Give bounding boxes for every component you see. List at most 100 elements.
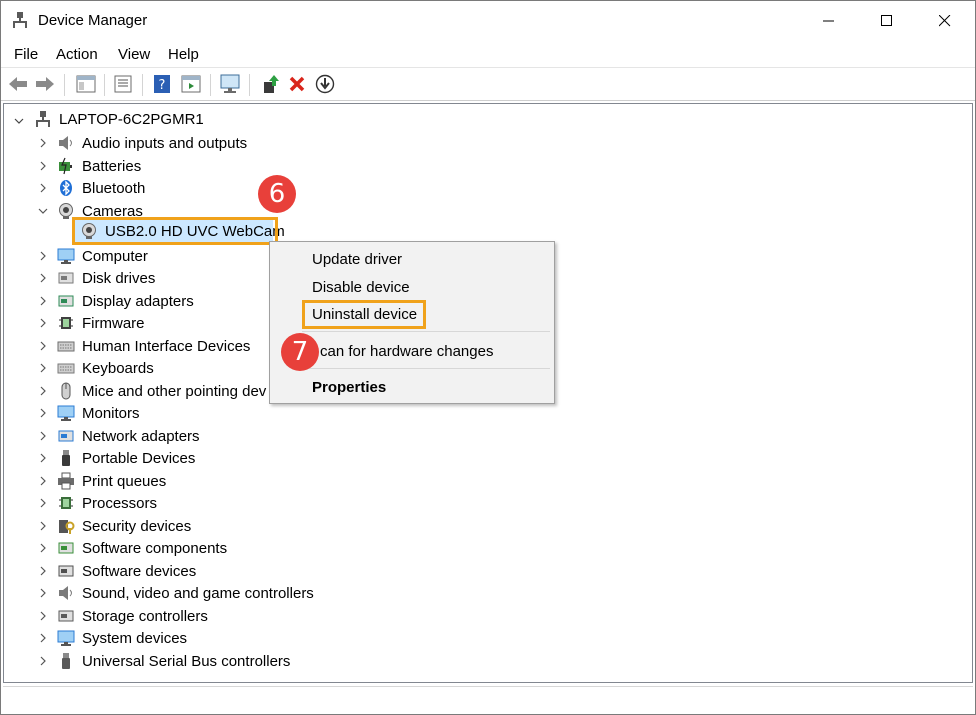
system-icon [57, 630, 75, 646]
printer-icon [58, 472, 74, 489]
chevron-down-icon[interactable] [14, 116, 24, 126]
category-label[interactable]: Processors [82, 495, 157, 512]
menu-view[interactable]: View [118, 46, 150, 63]
maximize-icon [881, 15, 892, 26]
software-component-icon [58, 542, 74, 554]
close-button[interactable] [916, 1, 974, 41]
title-bar: Device Manager [1, 1, 975, 41]
chevron-right-icon[interactable] [38, 543, 48, 553]
category-label[interactable]: Batteries [82, 158, 141, 175]
chevron-right-icon[interactable] [38, 408, 48, 418]
category-label[interactable]: Bluetooth [82, 180, 145, 197]
download-icon [315, 74, 335, 94]
chevron-right-icon[interactable] [38, 611, 48, 621]
chevron-right-icon[interactable] [38, 566, 48, 576]
toolbar-separator [142, 74, 143, 96]
computer-root-icon [36, 111, 50, 127]
category-label[interactable]: Monitors [82, 405, 140, 422]
chevron-right-icon[interactable] [38, 521, 48, 531]
chevron-right-icon[interactable] [38, 656, 48, 666]
menu-help[interactable]: Help [168, 46, 199, 63]
uninstall-icon [289, 76, 305, 92]
scan-hardware-button[interactable] [219, 73, 241, 95]
chevron-right-icon[interactable] [38, 273, 48, 283]
forward-icon [36, 77, 54, 91]
category-label[interactable]: Human Interface Devices [82, 338, 250, 355]
network-icon [58, 430, 74, 441]
monitor-icon [57, 405, 75, 421]
chevron-right-icon[interactable] [38, 476, 48, 486]
menu-update-driver[interactable]: Update driver [312, 251, 402, 268]
menu-separator [302, 331, 550, 332]
chevron-right-icon[interactable] [38, 633, 48, 643]
forward-button[interactable] [34, 73, 56, 95]
category-label[interactable]: Print queues [82, 473, 166, 490]
chevron-right-icon[interactable] [38, 318, 48, 328]
show-hide-console-tree-button[interactable] [75, 73, 97, 95]
category-label[interactable]: Audio inputs and outputs [82, 135, 247, 152]
toolbar-separator [249, 74, 250, 96]
chevron-right-icon[interactable] [38, 363, 48, 373]
category-label[interactable]: Software devices [82, 563, 196, 580]
software-device-icon [58, 565, 74, 576]
tree-root-label[interactable]: LAPTOP-6C2PGMR1 [59, 111, 204, 128]
chevron-right-icon[interactable] [38, 386, 48, 396]
menu-scan-hardware[interactable]: can for hardware changes [320, 343, 493, 360]
category-label[interactable]: Network adapters [82, 428, 200, 445]
category-label[interactable]: Firmware [82, 315, 145, 332]
category-label[interactable]: System devices [82, 630, 187, 647]
chevron-right-icon[interactable] [38, 453, 48, 463]
category-label[interactable]: Mice and other pointing dev [82, 383, 266, 400]
chevron-right-icon[interactable] [38, 341, 48, 351]
chevron-right-icon[interactable] [38, 161, 48, 171]
enable-device-button[interactable] [314, 73, 336, 95]
category-label[interactable]: Universal Serial Bus controllers [82, 653, 290, 670]
back-button[interactable] [7, 73, 29, 95]
chevron-right-icon[interactable] [38, 251, 48, 261]
chip-icon [59, 317, 73, 329]
menu-disable-device[interactable]: Disable device [312, 279, 410, 296]
chevron-down-icon[interactable] [38, 206, 48, 216]
category-label[interactable]: Security devices [82, 518, 191, 535]
chevron-right-icon[interactable] [38, 183, 48, 193]
disk-icon [58, 272, 74, 284]
category-label[interactable]: Software components [82, 540, 227, 557]
status-bar [3, 686, 973, 713]
menu-file[interactable]: File [14, 46, 38, 63]
usb-icon [62, 652, 70, 669]
maximize-button[interactable] [858, 1, 916, 41]
chevron-right-icon[interactable] [38, 431, 48, 441]
step-7-badge: 7 [281, 333, 319, 371]
menu-action[interactable]: Action [56, 46, 98, 63]
menu-properties[interactable]: Properties [312, 379, 386, 396]
update-driver-button[interactable] [259, 73, 281, 95]
chevron-right-icon[interactable] [38, 588, 48, 598]
computer-icon [57, 248, 75, 264]
console-tree-icon [76, 75, 96, 93]
uninstall-highlight-box [302, 300, 426, 329]
menu-separator [302, 368, 550, 369]
category-label[interactable]: Storage controllers [82, 608, 208, 625]
category-label[interactable]: Sound, video and game controllers [82, 585, 314, 602]
chevron-right-icon[interactable] [38, 498, 48, 508]
minimize-icon [823, 20, 834, 22]
category-label[interactable]: Disk drives [82, 270, 155, 287]
chevron-right-icon[interactable] [38, 138, 48, 148]
toolbar: ? [1, 67, 975, 101]
show-action-pane-button[interactable] [180, 73, 202, 95]
category-label[interactable]: Computer [82, 248, 148, 265]
properties-button[interactable] [112, 73, 134, 95]
mouse-icon [61, 382, 71, 399]
category-label[interactable]: Display adapters [82, 293, 194, 310]
help-button[interactable]: ? [151, 73, 173, 95]
uninstall-button[interactable] [286, 73, 308, 95]
security-icon [59, 519, 75, 534]
bluetooth-icon [60, 180, 72, 196]
back-icon [9, 77, 27, 91]
category-label[interactable]: Portable Devices [82, 450, 195, 467]
scan-monitor-icon [220, 74, 240, 93]
category-label[interactable]: Keyboards [82, 360, 154, 377]
minimize-button[interactable] [800, 1, 858, 41]
menu-bar: File Action View Help [1, 43, 975, 67]
chevron-right-icon[interactable] [38, 296, 48, 306]
